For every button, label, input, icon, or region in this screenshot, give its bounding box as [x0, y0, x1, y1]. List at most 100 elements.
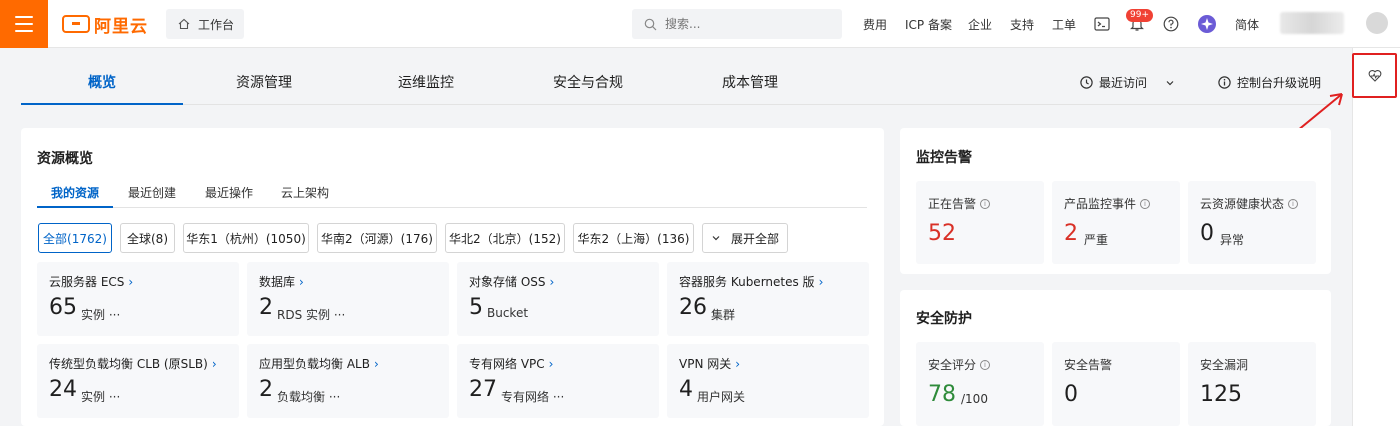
- terminal-icon[interactable]: [1092, 14, 1112, 34]
- card-count: 4: [679, 377, 693, 402]
- filter-all[interactable]: 全部(1762): [38, 223, 112, 253]
- account-name[interactable]: [1280, 12, 1344, 34]
- card-title[interactable]: 应用型负载均衡 ALB ›: [259, 355, 379, 372]
- card-title[interactable]: 数据库 ›: [259, 273, 304, 290]
- card-count: 65: [49, 295, 77, 320]
- chevron-right-icon: ›: [818, 275, 824, 289]
- card-count: 24: [49, 377, 77, 402]
- stat-label: 安全告警: [1064, 358, 1113, 372]
- resource-card-oss[interactable]: 对象存储 OSS › 5 Bucket: [457, 262, 659, 336]
- card-unit: 用户网关: [697, 390, 746, 404]
- language-switch[interactable]: 简体: [1235, 16, 1259, 33]
- expand-all-button[interactable]: 展开全部: [702, 223, 788, 253]
- info-icon[interactable]: i: [1288, 198, 1299, 209]
- subtab-my-resources[interactable]: 我的资源: [37, 184, 113, 208]
- stat-vulnerabilities[interactable]: 安全漏洞 125: [1188, 342, 1316, 426]
- filter-beijing[interactable]: 华北2（北京）(152): [445, 223, 565, 253]
- resource-card-ecs[interactable]: 云服务器 ECS › 65 实例 ···: [37, 262, 239, 336]
- card-unit: Bucket: [487, 306, 529, 320]
- resource-card-clb[interactable]: 传统型负载均衡 CLB (原SLB) › 24 实例 ···: [37, 344, 239, 418]
- nav-support[interactable]: 支持: [1010, 16, 1034, 33]
- stat-value: 2: [1064, 221, 1078, 246]
- stat-label: 正在告警 i: [928, 195, 991, 212]
- info-icon: [1218, 76, 1231, 89]
- card-title[interactable]: 容器服务 Kubernetes 版 ›: [679, 273, 823, 290]
- logo-mark-icon: [62, 15, 90, 33]
- stat-label: 云资源健康状态 i: [1200, 195, 1299, 212]
- expand-all-label: 展开全部: [730, 231, 779, 246]
- chevron-right-icon: ›: [549, 275, 555, 289]
- card-title[interactable]: 专有网络 VPC ›: [469, 355, 553, 372]
- nav-billing[interactable]: 费用: [863, 16, 887, 33]
- card-title[interactable]: 云服务器 ECS ›: [49, 273, 133, 290]
- card-count: 2: [259, 295, 273, 320]
- chevron-down-icon: [1166, 80, 1174, 85]
- workbench-button[interactable]: 工作台: [166, 9, 244, 39]
- resource-card-database[interactable]: 数据库 › 2 RDS 实例 ···: [247, 262, 449, 336]
- card-title[interactable]: VPN 网关 ›: [679, 355, 740, 372]
- nav-enterprise[interactable]: 企业: [968, 16, 992, 33]
- stat-label: 产品监控事件 i: [1064, 195, 1151, 212]
- home-icon: [178, 18, 190, 30]
- recent-visits-label: 最近访问: [1099, 76, 1148, 90]
- clock-icon: [1080, 76, 1093, 89]
- avatar[interactable]: [1366, 12, 1388, 34]
- search-input[interactable]: [665, 17, 825, 31]
- tab-ops-monitoring[interactable]: 运维监控: [345, 62, 507, 105]
- stat-active-alerts[interactable]: 正在告警 i 52: [916, 181, 1044, 264]
- recent-visits-dropdown[interactable]: 最近访问: [1080, 74, 1175, 91]
- nav-icp[interactable]: ICP 备案: [905, 16, 952, 33]
- stat-security-alerts[interactable]: 安全告警 0: [1052, 342, 1180, 426]
- resource-card-alb[interactable]: 应用型负载均衡 ALB › 2 负载均衡 ···: [247, 344, 449, 418]
- nav-ticket[interactable]: 工单: [1052, 16, 1076, 33]
- chevron-right-icon: ›: [128, 275, 134, 289]
- help-icon[interactable]: [1161, 14, 1181, 34]
- ai-assistant-icon[interactable]: [1197, 14, 1217, 34]
- chevron-right-icon: ›: [373, 357, 379, 371]
- chevron-right-icon: ›: [735, 357, 741, 371]
- tab-resource-management[interactable]: 资源管理: [183, 62, 345, 105]
- menu-icon[interactable]: [0, 0, 48, 48]
- card-unit: 实例 ···: [81, 308, 121, 322]
- top-bar: 阿里云 工作台 费用 ICP 备案 企业 支持 工单 99+ 简体: [0, 0, 1400, 48]
- security-title: 安全防护: [916, 311, 972, 327]
- info-icon[interactable]: i: [980, 198, 991, 209]
- tab-security-compliance[interactable]: 安全与合规: [507, 62, 669, 105]
- filter-global[interactable]: 全球(8): [120, 223, 175, 253]
- resource-card-vpn[interactable]: VPN 网关 › 4 用户网关: [667, 344, 869, 418]
- side-panel: [1352, 48, 1400, 426]
- subtab-cloud-architecture[interactable]: 云上架构: [281, 184, 329, 208]
- filter-shanghai[interactable]: 华东2（上海）(136): [573, 223, 694, 253]
- stat-label: 安全评分 i: [928, 356, 991, 373]
- stat-health-status[interactable]: 云资源健康状态 i 0 异常: [1188, 181, 1316, 264]
- info-icon[interactable]: i: [1140, 198, 1151, 209]
- filter-heyuan[interactable]: 华南2（河源）(176): [317, 223, 437, 253]
- stat-value: 0: [1200, 221, 1214, 246]
- card-count: 27: [469, 377, 497, 402]
- stat-security-score[interactable]: 安全评分 i 78 /100: [916, 342, 1044, 426]
- search-box[interactable]: [632, 9, 842, 39]
- tab-cost-management[interactable]: 成本管理: [669, 62, 831, 105]
- logo-text: 阿里云: [94, 16, 148, 37]
- card-unit: 负载均衡 ···: [277, 390, 341, 404]
- logo[interactable]: 阿里云: [62, 13, 148, 37]
- resource-card-kubernetes[interactable]: 容器服务 Kubernetes 版 › 26 集群: [667, 262, 869, 336]
- info-icon[interactable]: i: [980, 359, 991, 370]
- chevron-right-icon: ›: [211, 357, 217, 371]
- stat-value: 125: [1200, 382, 1242, 407]
- card-title[interactable]: 对象存储 OSS ›: [469, 273, 554, 290]
- resource-card-vpc[interactable]: 专有网络 VPC › 27 专有网络 ···: [457, 344, 659, 418]
- filter-hangzhou[interactable]: 华东1（杭州）(1050): [183, 223, 309, 253]
- favorites-button[interactable]: [1352, 53, 1397, 98]
- tab-overview[interactable]: 概览: [21, 62, 183, 105]
- card-title[interactable]: 传统型负载均衡 CLB (原SLB) ›: [49, 355, 217, 372]
- subtab-recently-created[interactable]: 最近创建: [128, 184, 176, 208]
- stat-monitor-events[interactable]: 产品监控事件 i 2 严重: [1052, 181, 1180, 264]
- chevron-down-icon: [712, 236, 720, 241]
- resource-subtabs: 我的资源 最近创建 最近操作 云上架构: [37, 184, 867, 208]
- chevron-right-icon: ›: [548, 357, 554, 371]
- stat-value: 52: [928, 221, 956, 246]
- card-unit: 实例 ···: [81, 390, 121, 404]
- subtab-recent-operations[interactable]: 最近操作: [205, 184, 253, 208]
- resource-overview-title: 资源概览: [37, 151, 93, 167]
